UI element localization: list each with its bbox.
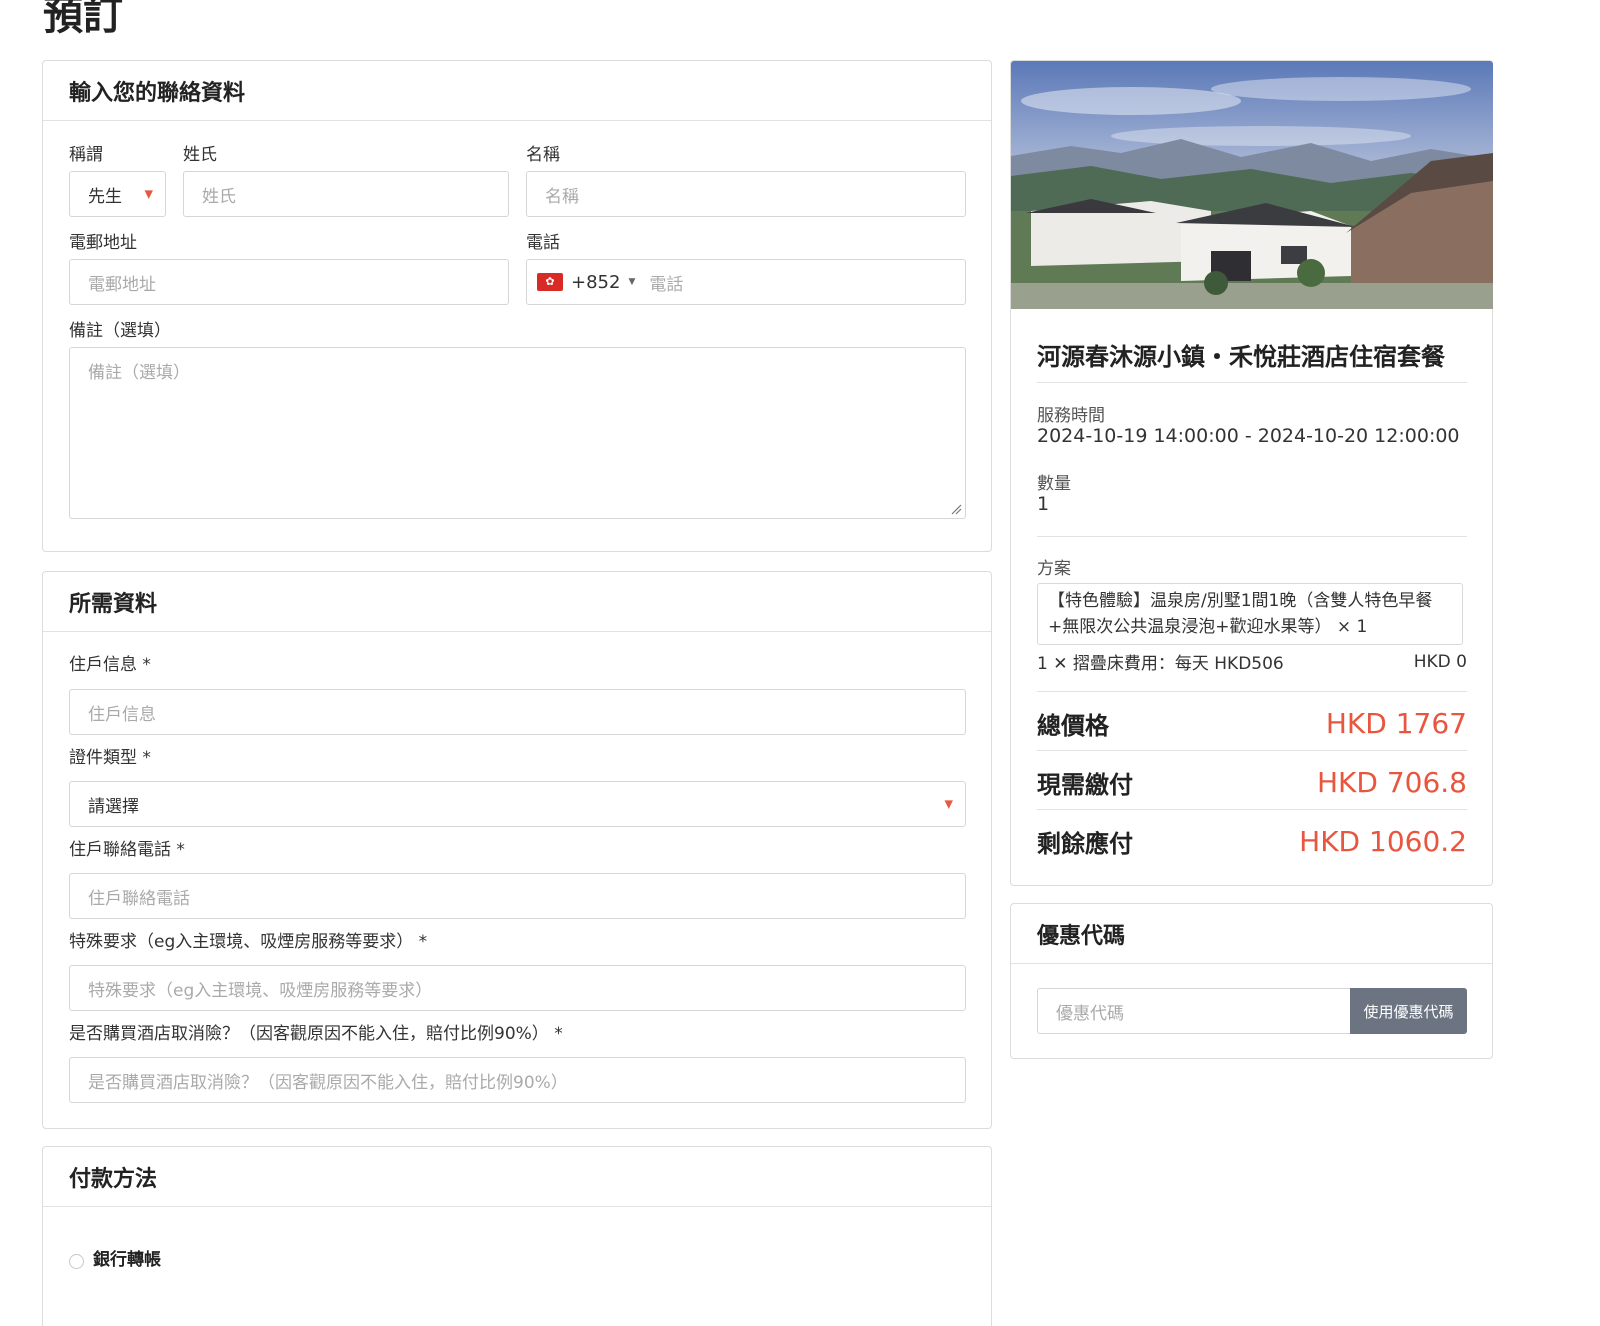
total-price-row: 總價格 HKD 1767 <box>1037 706 1467 741</box>
resize-handle-icon[interactable] <box>950 503 962 515</box>
total-price-value: HKD 1767 <box>1325 707 1467 740</box>
total-price-label: 總價格 <box>1037 712 1109 740</box>
remaining-label: 剩餘應付 <box>1037 830 1133 858</box>
remaining-value: HKD 1060.2 <box>1299 825 1467 858</box>
phone-label: 電話 <box>526 233 560 253</box>
contact-info-header: 輸入您的聯絡資料 <box>43 61 991 121</box>
caret-down-icon: ▼ <box>144 187 153 201</box>
divider <box>1037 691 1467 692</box>
bank-transfer-label[interactable]: 銀行轉帳 <box>93 1252 161 1269</box>
remark-placeholder: 備註（選填） <box>88 363 190 383</box>
email-input[interactable]: 電郵地址 <box>69 259 509 305</box>
last-name-label: 姓氏 <box>183 145 217 165</box>
order-summary-card: 河源春沐源小鎮・禾悅莊酒店住宿套餐 服務時間 2024-10-19 14:00:… <box>1010 60 1493 886</box>
phone-input[interactable]: +852 ▼ 電話 <box>526 259 966 305</box>
coupon-input[interactable]: 優惠代碼 <box>1037 988 1353 1034</box>
divider <box>1037 536 1467 537</box>
salutation-label: 稱謂 <box>69 145 103 165</box>
caret-down-icon: ▼ <box>944 797 953 811</box>
extra-item-label: 1 ✕ 摺疊床費用：每天 HKD506 <box>1037 654 1284 674</box>
remark-label: 備註（選填） <box>69 321 171 341</box>
due-now-label: 現需繳付 <box>1037 771 1133 799</box>
quantity-label: 數量 <box>1037 474 1071 494</box>
payment-method-header: 付款方法 <box>43 1147 991 1207</box>
service-time-value: 2024-10-19 14:00:00 - 2024-10-20 12:00:0… <box>1037 425 1460 447</box>
apply-coupon-button[interactable]: 使用優惠代碼 <box>1350 988 1467 1034</box>
divider <box>1037 809 1467 810</box>
service-time-label: 服務時間 <box>1037 406 1105 426</box>
remark-textarea[interactable]: 備註（選填） <box>69 347 966 519</box>
plan-label: 方案 <box>1037 559 1071 579</box>
insurance-input[interactable]: 是否購買酒店取消險？（因客觀原因不能入住，賠付比例90%） <box>69 1057 966 1103</box>
product-title: 河源春沐源小鎮・禾悅莊酒店住宿套餐 <box>1037 343 1445 371</box>
plan-box: 【特色體驗】温泉房/別墅1間1晚（含雙人特色早餐 +無限次公共温泉浸泡+歡迎水果… <box>1037 583 1463 645</box>
plan-line-2: +無限次公共温泉浸泡+歡迎水果等） × 1 <box>1048 617 1368 637</box>
contact-info-card: 輸入您的聯絡資料 稱謂 先生 ▼ 姓氏 姓氏 名稱 名稱 電郵地址 電郵地址 電… <box>42 60 992 552</box>
payment-method-card: 付款方法 銀行轉帳 <box>42 1146 992 1326</box>
extra-item-row: 1 ✕ 摺疊床費用：每天 HKD506 HKD 0 <box>1037 649 1467 675</box>
first-name-label: 名稱 <box>526 145 560 165</box>
id-type-label: 證件類型 * <box>69 748 151 768</box>
coupon-header: 優惠代碼 <box>1011 904 1492 964</box>
email-label: 電郵地址 <box>69 233 137 253</box>
id-type-value: 請選擇 <box>88 796 139 817</box>
coupon-card: 優惠代碼 優惠代碼 使用優惠代碼 <box>1010 903 1493 1059</box>
page-title: 預訂 <box>43 0 123 39</box>
plan-line-1: 【特色體驗】温泉房/別墅1間1晚（含雙人特色早餐 <box>1048 591 1433 611</box>
phone-placeholder: 電話 <box>649 274 684 295</box>
remaining-row: 剩餘應付 HKD 1060.2 <box>1037 824 1467 859</box>
resident-phone-input[interactable]: 住戶聯絡電話 <box>69 873 966 919</box>
required-info-card: 所需資料 住戶信息 * 住戶信息 證件類型 * 請選擇 ▼ 住戶聯絡電話 * 住… <box>42 571 992 1129</box>
extra-item-price: HKD 0 <box>1413 651 1467 672</box>
resident-info-label: 住戶信息 * <box>69 655 151 675</box>
resident-info-input[interactable]: 住戶信息 <box>69 689 966 735</box>
insurance-label: 是否購買酒店取消險？（因客觀原因不能入住，賠付比例90%） * <box>69 1024 563 1044</box>
caret-down-icon[interactable]: ▼ <box>628 277 635 287</box>
hong-kong-flag-icon[interactable] <box>537 273 563 291</box>
special-request-input[interactable]: 特殊要求（eg入主環境、吸煙房服務等要求） <box>69 965 966 1011</box>
bank-transfer-radio[interactable] <box>69 1254 84 1269</box>
salutation-select[interactable]: 先生 ▼ <box>69 171 166 217</box>
due-now-value: HKD 706.8 <box>1316 766 1467 799</box>
id-type-select[interactable]: 請選擇 ▼ <box>69 781 966 827</box>
resident-phone-label: 住戶聯絡電話 * <box>69 840 185 860</box>
due-now-row: 現需繳付 HKD 706.8 <box>1037 765 1467 800</box>
special-request-label: 特殊要求（eg入主環境、吸煙房服務等要求） * <box>69 932 428 952</box>
divider <box>1037 382 1467 383</box>
required-info-header: 所需資料 <box>43 572 991 632</box>
first-name-input[interactable]: 名稱 <box>526 171 966 217</box>
divider <box>1037 750 1467 751</box>
last-name-input[interactable]: 姓氏 <box>183 171 509 217</box>
salutation-value: 先生 <box>88 186 122 207</box>
quantity-value: 1 <box>1037 493 1050 515</box>
hotel-photo <box>1011 61 1493 309</box>
phone-dial-code[interactable]: +852 <box>571 272 620 293</box>
